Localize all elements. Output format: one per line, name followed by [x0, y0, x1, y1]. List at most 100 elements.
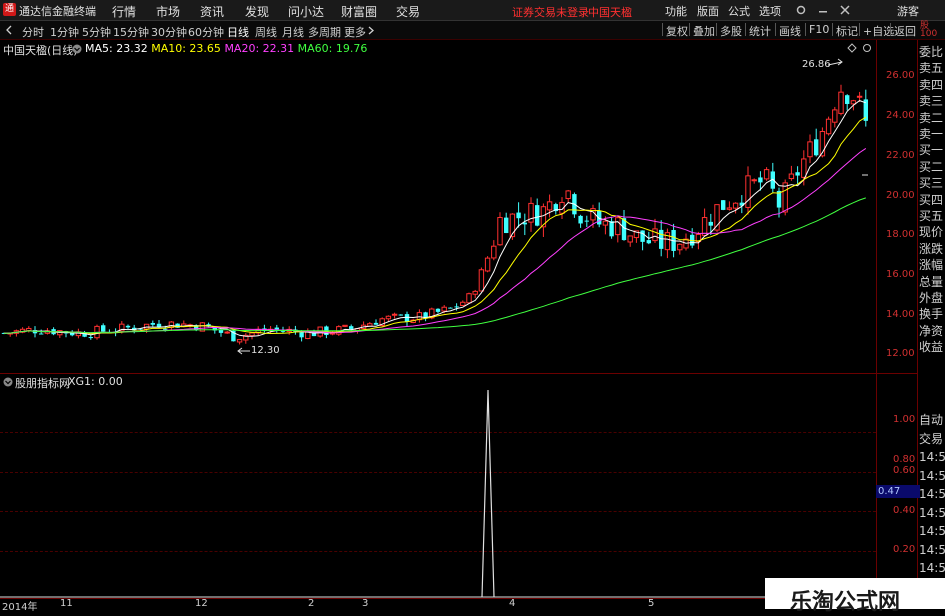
btn-add-watchlist[interactable]: +自选: [859, 23, 894, 38]
candle-body: [615, 217, 621, 236]
period-weekly[interactable]: 周线: [255, 24, 277, 40]
price-tick: 22.00: [886, 150, 915, 161]
period-60min[interactable]: 60分钟: [188, 24, 224, 40]
low-arrow-icon: [237, 347, 250, 355]
btn-draw[interactable]: 画线: [775, 23, 801, 38]
candle-body: [274, 327, 279, 330]
candle-body: [373, 322, 379, 325]
quote-field-label: 净资: [919, 323, 944, 338]
tick-time: 14:56: [919, 542, 945, 557]
quote-field-label: 涨跌: [919, 241, 944, 256]
candle-body: [448, 307, 453, 309]
quote-field-label: 现价: [919, 225, 944, 240]
period-tick[interactable]: 分时: [22, 24, 44, 40]
candle-body: [391, 313, 398, 316]
quote-field-label: 总量: [919, 274, 944, 289]
app-title: 通达信金融终端: [19, 5, 96, 18]
candlestick-chart[interactable]: [0, 40, 876, 373]
watermark-title: 乐淘公式网: [790, 590, 901, 615]
menu-quotes[interactable]: 行情: [112, 3, 136, 20]
quote-field-label: 卖四: [919, 77, 944, 92]
candle-body: [578, 215, 583, 224]
menu-market[interactable]: 市场: [156, 3, 180, 20]
period-5min[interactable]: 5分钟: [82, 24, 111, 40]
trade-login-alert[interactable]: 证券交易未登录: [512, 4, 589, 20]
indicator-chart[interactable]: [0, 374, 876, 598]
candle-body: [721, 200, 726, 210]
period-1min[interactable]: 1分钟: [50, 24, 79, 40]
quote-field-label: 买五: [919, 209, 944, 223]
candle-body: [163, 328, 168, 330]
period-multi[interactable]: 多周期: [308, 24, 341, 40]
price-tick: 24.00: [886, 110, 915, 121]
menu-trade[interactable]: 交易: [396, 3, 420, 20]
candle-body: [732, 202, 739, 209]
candle-body: [535, 205, 540, 226]
indicator-tick: 0.80: [893, 454, 916, 465]
time-tick: 11: [60, 598, 73, 609]
candle-body: [646, 240, 651, 244]
menu-discover[interactable]: 发现: [245, 3, 269, 20]
menu-options[interactable]: 选项: [759, 3, 781, 19]
close-icon[interactable]: [840, 5, 850, 15]
menu-ask[interactable]: 问小达: [288, 3, 324, 20]
time-tick: 4: [509, 598, 516, 609]
candle-body: [236, 339, 243, 343]
ma10-line: [3, 116, 867, 335]
candle-body: [454, 306, 459, 308]
candle-body: [26, 327, 32, 331]
btn-overlay[interactable]: 叠加: [689, 23, 715, 38]
chevron-right-icon[interactable]: [367, 26, 375, 35]
tick-time: 14:56: [919, 450, 945, 464]
period-15min[interactable]: 15分钟: [113, 24, 149, 40]
candle-body: [349, 326, 354, 329]
period-daily[interactable]: 日线: [227, 24, 249, 40]
btn-adjust[interactable]: 复权: [662, 23, 688, 38]
btn-mark[interactable]: 标记: [832, 23, 858, 38]
menu-layout[interactable]: 版面: [697, 3, 719, 19]
user-name[interactable]: 游客: [897, 3, 919, 19]
menu-wealth[interactable]: 财富圈: [341, 3, 377, 20]
candle-body: [807, 141, 813, 158]
candle-body: [708, 221, 713, 226]
period-30min[interactable]: 30分钟: [151, 24, 187, 40]
btn-f10[interactable]: F10: [805, 23, 829, 36]
candle-body: [150, 322, 155, 325]
quote-field-label: 买三: [919, 176, 944, 191]
candle-body: [659, 229, 664, 249]
price-tick: 20.00: [886, 190, 915, 201]
candle-body: [745, 175, 751, 208]
candle-body: [88, 337, 93, 339]
candle-body: [814, 139, 819, 156]
ma60-line: [3, 197, 866, 334]
candle-body: [565, 190, 571, 200]
btn-back[interactable]: 返回: [890, 23, 916, 38]
auto-trade-label: 自动: [919, 413, 944, 427]
menu-function[interactable]: 功能: [665, 3, 687, 19]
quote-field-label: 涨幅: [919, 258, 944, 273]
time-tick: 3: [362, 598, 369, 609]
candle-body: [782, 182, 788, 213]
indicator-tick: 0.60: [893, 465, 916, 476]
zoom-label: 股 100: [920, 21, 938, 39]
chevron-left-icon[interactable]: [5, 25, 13, 35]
btn-stats[interactable]: 统计: [745, 23, 771, 38]
quote-field-label: 买一: [919, 143, 944, 158]
price-tick: 26.00: [886, 70, 915, 81]
menu-formula[interactable]: 公式: [728, 3, 750, 19]
auto-trade-label: 交易: [919, 431, 944, 446]
candle-body: [478, 269, 485, 292]
candle-body: [249, 332, 255, 337]
indicator-spike: [481, 389, 495, 598]
candle-body: [584, 220, 589, 222]
candle-body: [795, 172, 800, 176]
period-more[interactable]: 更多: [344, 24, 366, 40]
minimize-icon[interactable]: [818, 5, 828, 15]
settings-icon[interactable]: [796, 5, 806, 15]
candle-body: [460, 301, 466, 306]
btn-multi-stock[interactable]: 多股: [716, 23, 742, 38]
quote-field-label: 卖一: [919, 127, 944, 141]
menu-news[interactable]: 资讯: [200, 3, 224, 20]
candle-body: [441, 306, 447, 312]
period-monthly[interactable]: 月线: [282, 24, 304, 40]
